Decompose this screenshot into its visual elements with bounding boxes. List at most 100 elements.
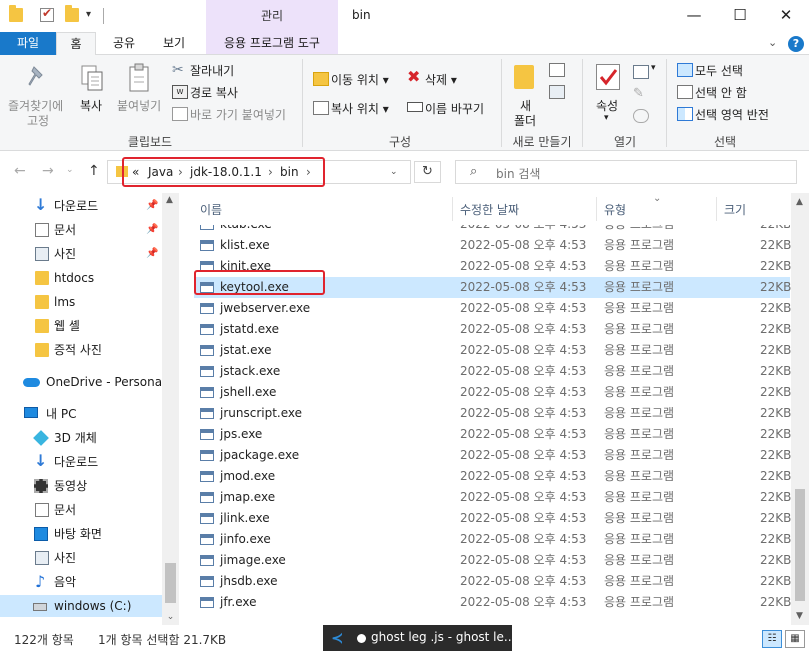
nav-item-windows-c[interactable]: windows (C:) bbox=[0, 595, 162, 617]
table-row[interactable]: jmap.exe 2022-05-08 오후 4:53 응용 프로그램 22KB bbox=[194, 487, 791, 508]
address-dropdown-icon[interactable]: ⌄ bbox=[390, 167, 398, 177]
nav-item-3d-objects[interactable]: 3D 개체 bbox=[0, 427, 162, 449]
back-button[interactable]: ← bbox=[14, 163, 26, 179]
table-row[interactable]: jps.exe 2022-05-08 오후 4:53 응용 프로그램 22KB bbox=[194, 424, 791, 445]
nav-item-pc-pictures[interactable]: 사진 bbox=[0, 547, 162, 569]
taskbar-preview[interactable]: ≺ ghost leg .js - ghost le... bbox=[323, 625, 515, 651]
pin-icon[interactable]: 📌 bbox=[146, 243, 158, 265]
new-folder-quick-icon[interactable] bbox=[65, 5, 79, 22]
tab-app-tools[interactable]: 응용 프로그램 도구 bbox=[206, 32, 338, 55]
column-header-type[interactable]: 유형 bbox=[604, 199, 626, 221]
table-row[interactable]: jstatd.exe 2022-05-08 오후 4:53 응용 프로그램 22KB bbox=[194, 319, 791, 340]
column-header-size[interactable]: 크기 bbox=[724, 199, 746, 221]
help-icon[interactable]: ? bbox=[788, 36, 804, 52]
table-row[interactable]: jfr.exe 2022-05-08 오후 4:53 응용 프로그램 22KB bbox=[194, 592, 791, 613]
properties-button[interactable]: 속성 bbox=[596, 97, 618, 114]
invert-selection-button[interactable]: 선택 영역 반전 bbox=[695, 106, 769, 123]
select-none-button[interactable]: 선택 안 함 bbox=[695, 84, 747, 101]
column-header-date[interactable]: 수정한 날짜 bbox=[460, 199, 519, 221]
column-divider[interactable] bbox=[596, 197, 597, 221]
up-button[interactable]: ↑ bbox=[88, 163, 100, 179]
table-row[interactable]: jmod.exe 2022-05-08 오후 4:53 응용 프로그램 22KB bbox=[194, 466, 791, 487]
table-row[interactable]: jimage.exe 2022-05-08 오후 4:53 응용 프로그램 22KB bbox=[194, 550, 791, 571]
new-item-icon[interactable] bbox=[549, 63, 565, 77]
nav-item-htdocs[interactable]: htdocs bbox=[0, 267, 162, 289]
table-row[interactable]: jinfo.exe 2022-05-08 오후 4:53 응용 프로그램 22KB bbox=[194, 529, 791, 550]
table-row[interactable]: jwebserver.exe 2022-05-08 오후 4:53 응용 프로그램 2… bbox=[194, 298, 791, 319]
file-name: jstatd.exe bbox=[220, 322, 280, 336]
maximize-button[interactable]: ☐ bbox=[717, 0, 763, 32]
nav-item-desktop[interactable]: 바탕 화면 bbox=[0, 523, 162, 545]
nav-item-webshell[interactable]: 웹 셸 bbox=[0, 315, 162, 337]
table-row[interactable]: jpackage.exe 2022-05-08 오후 4:53 응용 프로그램 22K… bbox=[194, 445, 791, 466]
paste-button[interactable]: 붙여넣기 bbox=[117, 97, 161, 114]
collapse-ribbon-icon[interactable]: ⌄ bbox=[768, 36, 777, 49]
tab-file[interactable]: 파일 bbox=[0, 32, 56, 55]
properties-dropdown-icon[interactable]: ▾ bbox=[604, 113, 609, 123]
easy-access-icon[interactable] bbox=[549, 85, 565, 99]
nav-item-music[interactable]: ♪ 음악 bbox=[0, 571, 162, 593]
scroll-down-icon[interactable]: ⌄ bbox=[162, 612, 179, 625]
nav-item-pictures[interactable]: 사진 📌 bbox=[0, 243, 162, 265]
table-row[interactable]: jlink.exe 2022-05-08 오후 4:53 응용 프로그램 22KB bbox=[194, 508, 791, 529]
context-tab-manage-header[interactable]: 관리 bbox=[206, 0, 338, 32]
copy-path-button[interactable]: 경로 복사 bbox=[190, 84, 238, 101]
paste-shortcut-button[interactable]: 바로 가기 붙여넣기 bbox=[190, 106, 286, 123]
column-divider[interactable] bbox=[452, 197, 453, 221]
file-size: 22KB bbox=[760, 225, 790, 235]
forward-button[interactable]: → bbox=[42, 163, 54, 179]
nav-item-pc-documents[interactable]: 문서 bbox=[0, 499, 162, 521]
cut-button[interactable]: 잘라내기 bbox=[190, 62, 234, 79]
file-list-scroll-thumb[interactable] bbox=[795, 489, 805, 601]
search-box[interactable]: ⌕ bin 검색 bbox=[455, 160, 797, 184]
nav-item-pc-downloads[interactable]: ↓ 다운로드 bbox=[0, 451, 162, 473]
scroll-up-icon[interactable]: ▲ bbox=[166, 195, 173, 205]
nav-item-lms[interactable]: lms bbox=[0, 291, 162, 313]
table-row[interactable]: klist.exe 2022-05-08 오후 4:53 응용 프로그램 22KB bbox=[194, 235, 791, 256]
details-view-button[interactable]: ☷ bbox=[762, 630, 782, 648]
rename-button[interactable]: 이름 바꾸기 bbox=[425, 100, 484, 117]
table-row[interactable]: jstat.exe 2022-05-08 오후 4:53 응용 프로그램 22KB bbox=[194, 340, 791, 361]
minimize-button[interactable]: — bbox=[671, 0, 717, 32]
properties-quick-icon[interactable] bbox=[40, 6, 54, 22]
copy-to-button[interactable]: 복사 위치 ▾ bbox=[331, 100, 389, 117]
nav-item-evidence-photos[interactable]: 증적 사진 bbox=[0, 339, 162, 361]
copy-button[interactable]: 복사 bbox=[80, 97, 102, 114]
close-button[interactable]: ✕ bbox=[763, 0, 809, 32]
table-row[interactable]: jhsdb.exe 2022-05-08 오후 4:53 응용 프로그램 22KB bbox=[194, 571, 791, 592]
search-input[interactable]: bin 검색 bbox=[496, 165, 540, 182]
scroll-down-icon[interactable]: ▼ bbox=[796, 611, 803, 621]
tab-view[interactable]: 보기 bbox=[152, 32, 196, 55]
nav-pane-scroll-thumb[interactable] bbox=[165, 563, 176, 603]
file-list-scrollbar[interactable]: ▲ ▼ bbox=[791, 193, 809, 625]
tab-share[interactable]: 공유 bbox=[104, 32, 144, 55]
column-header-name[interactable]: 이름 bbox=[200, 199, 222, 221]
recent-locations-icon[interactable]: ⌄ bbox=[66, 165, 74, 175]
nav-item-onedrive[interactable]: OneDrive - Personal bbox=[0, 371, 165, 393]
select-all-button[interactable]: 모두 선택 bbox=[695, 62, 743, 79]
scroll-up-icon[interactable]: ▲ bbox=[796, 197, 803, 207]
pin-icon[interactable]: 📌 bbox=[146, 219, 158, 241]
nav-item-this-pc[interactable]: 내 PC bbox=[0, 403, 162, 425]
open-dropdown-icon[interactable]: ▾ bbox=[651, 63, 656, 73]
file-date: 2022-05-08 오후 4:53 bbox=[460, 427, 587, 441]
nav-item-downloads[interactable]: ↓ 다운로드 📌 bbox=[0, 195, 162, 217]
delete-button[interactable]: 삭제 ▾ bbox=[425, 71, 457, 88]
open-icon[interactable] bbox=[633, 65, 649, 79]
table-row[interactable]: jrunscript.exe 2022-05-08 오후 4:53 응용 프로그램 2… bbox=[194, 403, 791, 424]
table-row[interactable]: jshell.exe 2022-05-08 오후 4:53 응용 프로그램 22KB bbox=[194, 382, 791, 403]
large-icons-view-button[interactable]: ▦ bbox=[785, 630, 805, 648]
quick-access-dropdown-icon[interactable]: ▾ bbox=[86, 9, 91, 20]
nav-item-videos[interactable]: 동영상 bbox=[0, 475, 162, 497]
nav-pane-scrollbar[interactable]: ▲ bbox=[162, 193, 179, 625]
table-row[interactable]: ktab.exe 2022-05-08 오후 4:53 응용 프로그램 22KB bbox=[194, 225, 790, 235]
refresh-button[interactable]: ↻ bbox=[414, 161, 441, 183]
move-to-button[interactable]: 이동 위치 ▾ bbox=[331, 71, 389, 88]
tab-home[interactable]: 홈 bbox=[56, 32, 96, 56]
column-divider[interactable] bbox=[716, 197, 717, 221]
nav-item-documents[interactable]: 문서 📌 bbox=[0, 219, 162, 241]
pin-icon[interactable]: 📌 bbox=[146, 195, 158, 217]
history-icon[interactable] bbox=[633, 109, 649, 123]
edit-icon[interactable]: ✎ bbox=[633, 87, 649, 101]
table-row[interactable]: jstack.exe 2022-05-08 오후 4:53 응용 프로그램 22KB bbox=[194, 361, 791, 382]
